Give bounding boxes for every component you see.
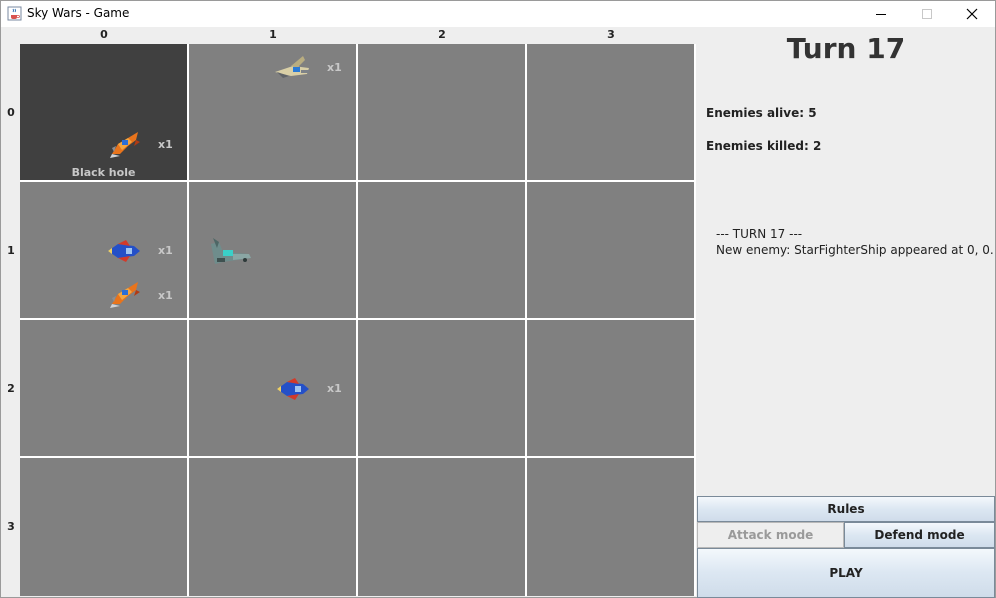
- grid-cell-3-1[interactable]: [189, 458, 356, 596]
- grid-cell-0-0[interactable]: x1 Black hole: [20, 44, 187, 180]
- play-button[interactable]: PLAY: [697, 548, 995, 598]
- log-line: New enemy: StarFighterShip appeared at 0…: [716, 243, 994, 257]
- game-window: Sky Wars - Game 0 1 2 3 0 1 2 3 x1 Black…: [0, 0, 996, 598]
- tan-ship-icon: [273, 52, 309, 82]
- ship-count-label: x1: [327, 382, 342, 395]
- maximize-icon: [922, 9, 932, 19]
- column-header-2: 2: [438, 28, 446, 41]
- row-header-2: 2: [7, 382, 15, 395]
- row-header-3: 3: [7, 520, 15, 533]
- minimize-icon: [876, 14, 886, 15]
- grid-cell-2-3[interactable]: [527, 320, 694, 456]
- player-ship-icon: [209, 236, 253, 268]
- window-title: Sky Wars - Game: [27, 6, 130, 20]
- ship-count-label: x1: [158, 289, 173, 302]
- black-hole-label: Black hole: [71, 166, 136, 179]
- grid-cell-2-1[interactable]: x1: [189, 320, 356, 456]
- ship-count-label: x1: [158, 138, 173, 151]
- close-button[interactable]: [949, 1, 995, 27]
- grid-cell-0-3[interactable]: [527, 44, 694, 180]
- column-header-0: 0: [100, 28, 108, 41]
- row-header-1: 1: [7, 244, 15, 257]
- title-bar: Sky Wars - Game: [1, 1, 995, 27]
- orange-ship-icon: [106, 278, 142, 308]
- orange-ship-icon: [106, 128, 142, 158]
- grid-cell-0-1[interactable]: x1: [189, 44, 356, 180]
- turn-title: Turn 17: [786, 32, 906, 65]
- java-cup-icon: [7, 6, 22, 21]
- grid-cell-1-3[interactable]: [527, 182, 694, 318]
- grid-cell-3-0[interactable]: [20, 458, 187, 596]
- grid-cell-3-3[interactable]: [527, 458, 694, 596]
- grid-cell-2-0[interactable]: [20, 320, 187, 456]
- grid-cell-2-2[interactable]: [358, 320, 525, 456]
- log-line: --- TURN 17 ---: [716, 227, 803, 241]
- row-header-0: 0: [7, 106, 15, 119]
- grid-cell-1-2[interactable]: [358, 182, 525, 318]
- attack-mode-button[interactable]: Attack mode: [697, 522, 844, 548]
- grid-cell-3-2[interactable]: [358, 458, 525, 596]
- enemies-alive-label: Enemies alive: 5: [706, 106, 817, 120]
- column-header-3: 3: [607, 28, 615, 41]
- defend-mode-button[interactable]: Defend mode: [844, 522, 995, 548]
- minimize-button[interactable]: [858, 1, 904, 27]
- ship-count-label: x1: [158, 244, 173, 257]
- game-grid: x1 Black hole x1 x1 x1 x1: [20, 44, 696, 596]
- enemies-killed-label: Enemies killed: 2: [706, 139, 822, 153]
- grid-cell-1-1[interactable]: [189, 182, 356, 318]
- info-panel: Turn 17 Enemies alive: 5 Enemies killed:…: [697, 28, 995, 598]
- column-header-1: 1: [269, 28, 277, 41]
- blue-ship-icon: [275, 374, 311, 404]
- rules-button[interactable]: Rules: [697, 496, 995, 522]
- game-log: --- TURN 17 --- New enemy: StarFighterSh…: [716, 226, 994, 258]
- ship-count-label: x1: [327, 61, 342, 74]
- grid-cell-0-2[interactable]: [358, 44, 525, 180]
- blue-ship-icon: [106, 236, 142, 266]
- grid-cell-1-0[interactable]: x1 x1: [20, 182, 187, 318]
- close-icon: [966, 8, 978, 20]
- maximize-button[interactable]: [904, 1, 950, 27]
